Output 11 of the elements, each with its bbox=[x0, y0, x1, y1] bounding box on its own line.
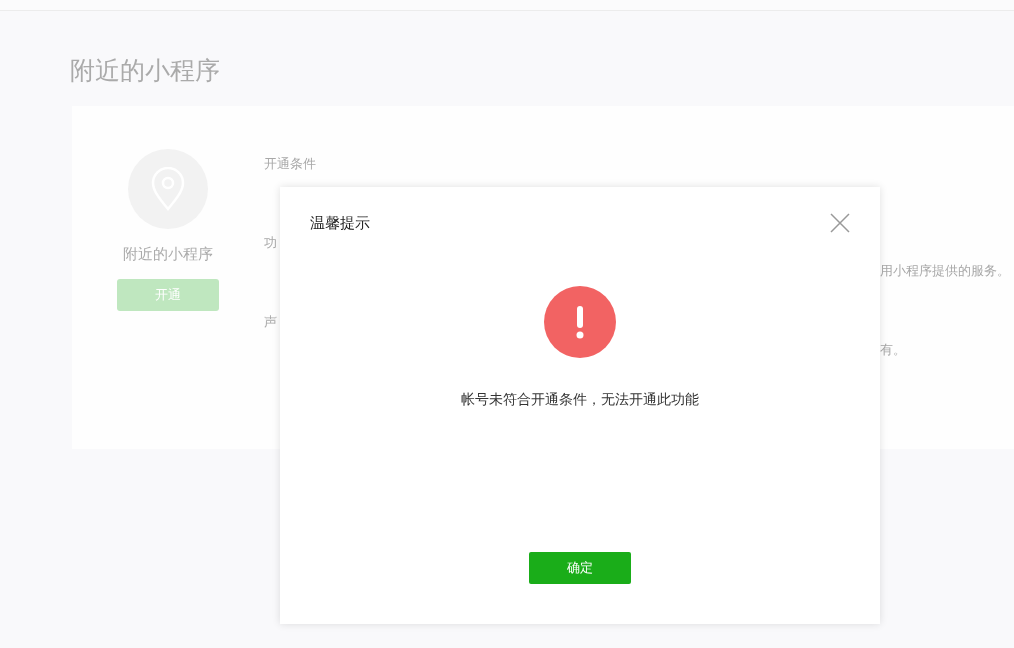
confirm-button[interactable]: 确定 bbox=[529, 552, 631, 584]
description-text: 用小程序提供的服务。 bbox=[880, 262, 1010, 280]
description-text: 有。 bbox=[880, 341, 906, 359]
dialog-message: 帐号未符合开通条件，无法开通此功能 bbox=[461, 391, 699, 409]
page-title: 附近的小程序 bbox=[70, 55, 221, 87]
feature-name: 附近的小程序 bbox=[123, 245, 213, 264]
close-icon[interactable] bbox=[830, 213, 850, 233]
section-heading: 功 bbox=[264, 235, 277, 250]
section-heading: 开通条件 bbox=[264, 156, 316, 171]
section-heading: 声 bbox=[264, 314, 277, 329]
dialog-title: 温馨提示 bbox=[310, 213, 370, 233]
